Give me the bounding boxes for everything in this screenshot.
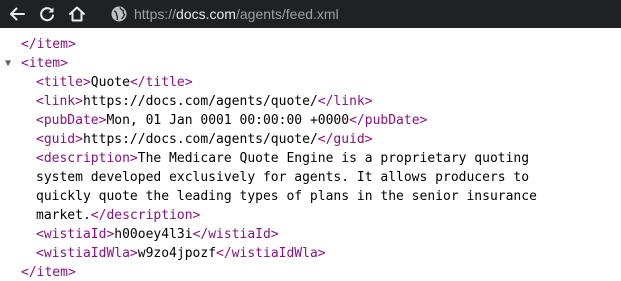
tag-title-open: <title> xyxy=(36,75,91,90)
tag-title-close: </title> xyxy=(129,75,193,90)
title-line: <title>Quote</title> xyxy=(36,73,193,92)
description-text-2: system developed exclusively for agents.… xyxy=(36,170,530,185)
tag-wistiaid-close: </wistiaId> xyxy=(192,227,279,242)
pubdate-value: Mon, 01 Jan 0001 00:00:00 +0000 xyxy=(106,113,350,128)
back-arrow-icon[interactable] xyxy=(7,4,27,24)
wistiaidwla-value: w9zo4jpozf xyxy=(137,246,217,261)
tag-item-close: </item> xyxy=(21,37,76,52)
wistiaid-value: h00oey4l3i xyxy=(114,227,193,242)
link-line: <link>https://docs.com/agents/quote/</li… xyxy=(36,92,373,111)
description-text-1: The Medicare Quote Engine is a proprieta… xyxy=(137,151,530,166)
url-host: docs.com xyxy=(176,6,236,22)
tag-item-open: <item> xyxy=(21,56,68,71)
tag-pubdate-close: </pubDate> xyxy=(349,113,428,128)
collapse-toggle-icon[interactable]: ▼ xyxy=(5,54,15,73)
tag-wistiaid-open: <wistiaId> xyxy=(36,227,115,242)
description-text-3: quickly quote the leading types of plans… xyxy=(36,189,537,204)
previous-item-close-line: </item> xyxy=(21,35,76,54)
url-path: /agents/feed.xml xyxy=(235,6,339,22)
item-close-line: </item> xyxy=(21,263,76,281)
browser-toolbar: https://docs.com/agents/feed.xml xyxy=(0,0,621,28)
cutoff-previous-line xyxy=(0,28,621,35)
description-text-4: market. xyxy=(36,208,91,223)
guid-line: <guid>https://docs.com/agents/quote/</gu… xyxy=(36,130,373,149)
tag-description-open: <description> xyxy=(36,151,138,166)
description-line-1: <description>The Medicare Quote Engine i… xyxy=(36,149,529,168)
wistiaid-line: <wistiaId>h00oey4l3i</wistiaId> xyxy=(36,225,279,244)
link-value: https://docs.com/agents/quote/ xyxy=(82,94,318,109)
tag-wistiaidwla-close: </wistiaIdWla> xyxy=(216,246,326,261)
tag-guid-open: <guid> xyxy=(36,132,83,147)
tag-item-close-final: </item> xyxy=(21,265,76,280)
description-line-3: quickly quote the leading types of plans… xyxy=(36,187,537,206)
tag-description-close: </description> xyxy=(90,208,201,223)
pubdate-line: <pubDate>Mon, 01 Jan 0001 00:00:00 +0000… xyxy=(36,111,427,130)
reload-icon[interactable] xyxy=(37,4,57,24)
home-icon[interactable] xyxy=(67,4,87,24)
guid-value: https://docs.com/agents/quote/ xyxy=(82,132,318,147)
description-line-2: system developed exclusively for agents.… xyxy=(36,168,529,187)
description-line-4: market.</description> xyxy=(36,206,200,225)
globe-icon[interactable] xyxy=(111,6,127,22)
tag-guid-close: </guid> xyxy=(317,132,373,147)
tag-link-close: </link> xyxy=(317,94,373,109)
tag-wistiaidwla-open: <wistiaIdWla> xyxy=(36,246,138,261)
url-scheme: https:// xyxy=(134,6,177,22)
wistiaidwla-line: <wistiaIdWla>w9zo4jpozf</wistiaIdWla> xyxy=(36,244,326,263)
tag-link-open: <link> xyxy=(36,94,83,109)
address-bar-url[interactable]: https://docs.com/agents/feed.xml xyxy=(134,5,339,23)
xml-tree-viewer: </item> ▼ <item> <title>Quote</title> <l… xyxy=(0,28,621,281)
title-value: Quote xyxy=(90,75,130,90)
item-open-line: <item> xyxy=(21,54,68,73)
tag-pubdate-open: <pubDate> xyxy=(36,113,107,128)
